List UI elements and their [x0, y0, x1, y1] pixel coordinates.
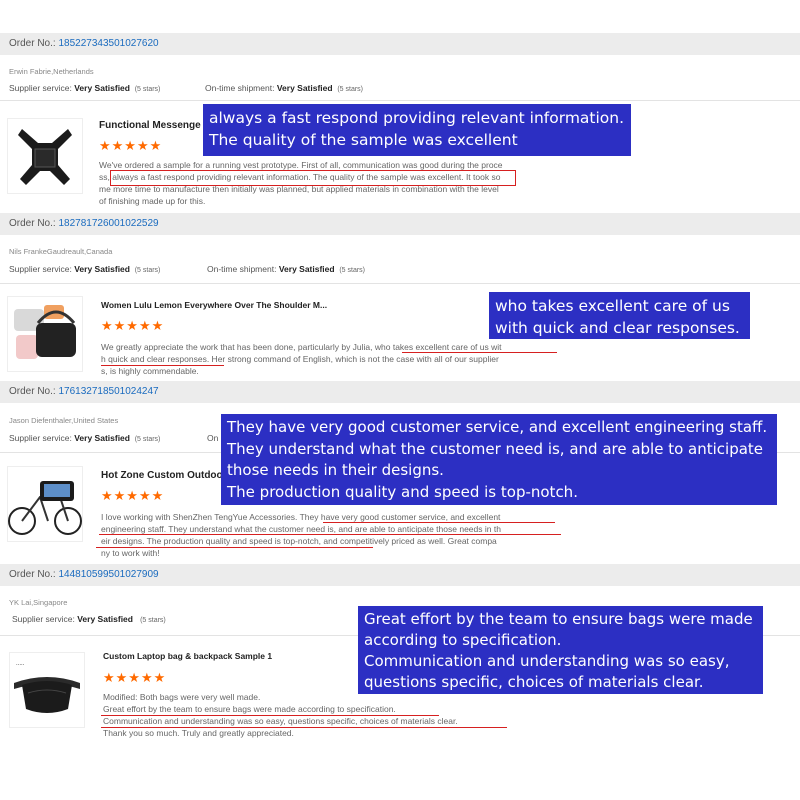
product-title[interactable]: Functional Messenge: [99, 120, 201, 131]
supplier-value: Very Satisfied: [74, 264, 130, 274]
product-title[interactable]: Custom Laptop bag & backpack Sample 1: [103, 651, 272, 661]
order-bar: Order No.: 185227343501027620: [0, 33, 800, 55]
supplier-label: Supplier service:: [9, 83, 72, 93]
review-line: s, is highly commendable.: [101, 366, 199, 376]
supplier-stars-text: (5 stars): [134, 86, 161, 93]
supplier-value: Very Satisfied: [74, 433, 130, 443]
highlight-underline: [323, 522, 555, 523]
shipment-value: Very Satisfied: [278, 264, 335, 274]
product-title[interactable]: Hot Zone Custom Outdoo: [101, 470, 223, 481]
callout-line: Communication and understanding was so e…: [364, 652, 730, 670]
vest-harness-icon: [18, 129, 72, 185]
review-line: of finishing made up for this.: [99, 196, 206, 206]
order-bar: Order No.: 176132718501024247: [0, 381, 800, 403]
supplier-service-rating: Supplier service: Very Satisfied (5 star…: [9, 433, 160, 443]
supplier-stars-text: (5 stars): [134, 267, 161, 274]
highlight-underline: [101, 365, 224, 366]
reviewer-name: Nils FrankeGaudreault,Canada: [9, 247, 113, 256]
callout-line: The quality of the sample was excellent: [209, 131, 518, 149]
order-label: Order No.:: [9, 38, 56, 49]
supplier-service-rating: Supplier service: Very Satisfied (5 star…: [9, 83, 160, 93]
callout-line: who takes excellent care of us: [495, 297, 730, 315]
callout-box: They have very good customer service, an…: [221, 414, 777, 505]
shipment-label: On-time shipment:: [207, 264, 277, 274]
supplier-label: Supplier service:: [9, 433, 72, 443]
order-label: Order No.:: [9, 218, 56, 229]
highlight-underline: [99, 534, 561, 535]
shipment-label: On: [207, 433, 219, 443]
supplier-service-rating: Supplier service: Very Satisfied (5 star…: [12, 614, 166, 624]
review-line: h quick and clear responses. Her strong …: [101, 354, 499, 364]
order-number[interactable]: 182781726001022529: [58, 218, 158, 229]
callout-line: The production quality and speed is top-…: [227, 482, 578, 501]
review-text: We greatly appreciate the work that has …: [101, 341, 502, 377]
order-number[interactable]: 144810599501027909: [58, 569, 158, 580]
callout-line: those needs in their designs.: [227, 461, 444, 479]
product-thumbnail[interactable]: .....: [9, 652, 85, 728]
highlight-underline: [101, 727, 507, 728]
star-rating: ★★★★★: [101, 488, 165, 503]
callout-box: Great effort by the team to ensure bags …: [358, 606, 763, 694]
review-text: I love working with ShenZhen TengYue Acc…: [101, 511, 501, 559]
review-line: ny to work with!: [101, 548, 160, 558]
callout-line: questions specific, choices of materials…: [364, 673, 704, 691]
reviewer-name: Jason Diefenthaler,United States: [9, 416, 119, 425]
product-title[interactable]: Women Lulu Lemon Everywhere Over The Sho…: [101, 300, 327, 310]
divider: [0, 283, 800, 284]
supplier-stars-text: (5 stars): [140, 617, 166, 624]
callout-box: who takes excellent care of us with quic…: [489, 292, 750, 339]
order-bar: Order No.: 182781726001022529: [0, 213, 800, 235]
shipment-value: Very Satisfied: [276, 83, 333, 93]
order-number[interactable]: 176132718501024247: [58, 386, 158, 397]
shoulder-bag-icon: [14, 305, 76, 359]
review-line: Communication and understanding was so e…: [103, 716, 458, 726]
waist-pack-icon: .....: [14, 661, 80, 713]
product-thumbnail[interactable]: [7, 118, 83, 194]
shipment-stars-text: (5 stars): [339, 267, 365, 274]
supplier-value: Very Satisfied: [74, 83, 130, 93]
shipment-rating: On-time shipment: Very Satisfied (5 star…: [205, 83, 363, 93]
star-rating: ★★★★★: [101, 318, 165, 333]
supplier-service-rating: Supplier service: Very Satisfied (5 star…: [9, 264, 160, 274]
highlight-underline: [96, 547, 373, 548]
review-line: eir designs. The production quality and …: [101, 536, 497, 546]
order-number[interactable]: 185227343501027620: [58, 38, 158, 49]
callout-line: They understand what the customer need i…: [227, 439, 764, 458]
review-line: Great effort by the team to ensure bags …: [103, 704, 396, 714]
supplier-label: Supplier service:: [12, 614, 75, 624]
svg-text:.....: .....: [16, 661, 25, 667]
callout-line: according to specification.: [364, 631, 562, 649]
shipment-rating: On-time shipment: Very Satisfied (5 star…: [207, 264, 365, 274]
callout-line: They have very good customer service, an…: [227, 418, 768, 436]
star-rating: ★★★★★: [99, 138, 163, 153]
supplier-value: Very Satisfied: [77, 614, 133, 624]
supplier-label: Supplier service:: [9, 264, 72, 274]
highlight-box: [110, 170, 516, 186]
order-bar: Order No.: 144810599501027909: [0, 564, 800, 586]
highlight-underline: [101, 715, 439, 716]
callout-line: always a fast respond providing relevant…: [209, 109, 625, 127]
highlight-underline: [402, 352, 557, 353]
star-rating: ★★★★★: [103, 670, 167, 685]
reviewer-name: YK Lai,Singapore: [9, 598, 68, 607]
order-label: Order No.:: [9, 386, 56, 397]
reviewer-name: Erwin Fabrie,Netherlands: [9, 67, 94, 76]
bike-frame-bag-icon: [8, 481, 82, 535]
supplier-stars-text: (5 stars): [134, 436, 161, 443]
shipment-stars-text: (5 stars): [337, 86, 363, 93]
callout-line: with quick and clear responses.: [495, 319, 740, 337]
shipment-rating: On: [207, 433, 218, 443]
product-thumbnail[interactable]: [7, 296, 83, 372]
callout-line: Great effort by the team to ensure bags …: [364, 610, 753, 628]
review-line: Thank you so much. Truly and greatly app…: [103, 728, 294, 738]
shipment-label: On-time shipment:: [205, 83, 275, 93]
callout-box: always a fast respond providing relevant…: [203, 104, 631, 156]
product-thumbnail[interactable]: [7, 466, 83, 542]
divider: [0, 100, 800, 101]
order-label: Order No.:: [9, 569, 56, 580]
